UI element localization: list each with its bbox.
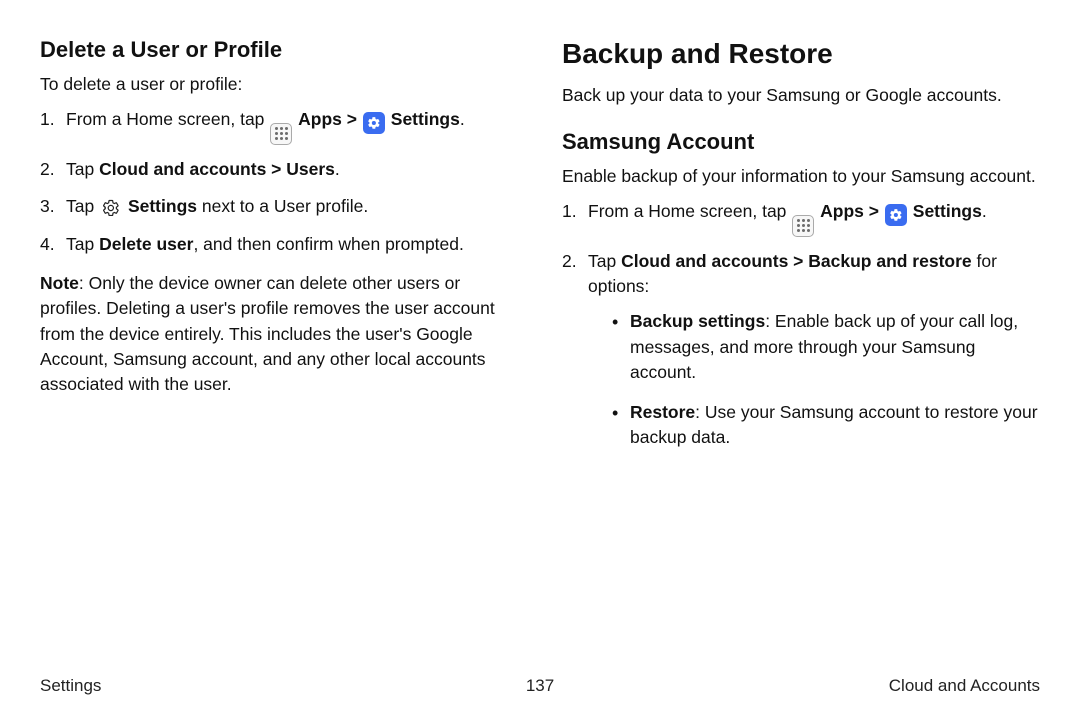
bullet-restore: Restore: Use your Samsung account to res… (612, 400, 1040, 451)
note-body: : Only the device owner can delete other… (40, 273, 495, 395)
step4-text-c: , and then confirm when prompted. (193, 234, 463, 254)
page-number: 137 (526, 676, 554, 696)
apps-label: Apps (298, 109, 347, 129)
step3-bold: Settings (128, 196, 197, 216)
step4-bold: Delete user (99, 234, 193, 254)
chevron-right-icon: > (347, 109, 357, 129)
samsung-account-steps: From a Home screen, tap Apps > Settings.… (562, 199, 1040, 450)
bullet1-label: Backup settings (630, 311, 765, 331)
bullet-backup-settings: Backup settings: Enable back up of your … (612, 309, 1040, 385)
sa-step1-text-a: From a Home screen, tap (588, 201, 791, 221)
step2-text-a: Tap (66, 159, 99, 179)
step2-bold: Cloud and accounts > Users (99, 159, 335, 179)
settings-label: Settings (391, 109, 460, 129)
step3-text-c: next to a User profile. (197, 196, 368, 216)
apps-label: Apps (820, 201, 869, 221)
manual-page: Delete a User or Profile To delete a use… (0, 0, 1080, 720)
note-label: Note (40, 273, 79, 293)
left-column: Delete a User or Profile To delete a use… (40, 34, 518, 634)
right-column: Backup and Restore Back up your data to … (562, 34, 1040, 634)
footer-right: Cloud and Accounts (889, 676, 1040, 696)
apps-icon (270, 123, 292, 145)
chevron-right-icon: > (869, 201, 879, 221)
sa-step-1: From a Home screen, tap Apps > Settings. (562, 199, 1040, 237)
apps-icon (792, 215, 814, 237)
samsung-account-heading: Samsung Account (562, 126, 1040, 158)
delete-user-steps: From a Home screen, tap Apps > Settings.… (40, 107, 518, 257)
bullet2-label: Restore (630, 402, 695, 422)
period: . (460, 109, 465, 129)
footer-left: Settings (40, 676, 101, 696)
note-paragraph: Note: Only the device owner can delete o… (40, 271, 518, 398)
sa-step-2: Tap Cloud and accounts > Backup and rest… (562, 249, 1040, 451)
samsung-account-intro: Enable backup of your information to you… (562, 164, 1040, 189)
sa-step2-bold: Cloud and accounts > Backup and restore (621, 251, 972, 271)
two-column-layout: Delete a User or Profile To delete a use… (40, 34, 1040, 634)
step-1: From a Home screen, tap Apps > Settings. (40, 107, 518, 145)
backup-restore-intro: Back up your data to your Samsung or Goo… (562, 83, 1040, 108)
settings-label: Settings (913, 201, 982, 221)
period: . (982, 201, 987, 221)
step3-text-a: Tap (66, 196, 99, 216)
sa-step2-text-a: Tap (588, 251, 621, 271)
step1-text-a: From a Home screen, tap (66, 109, 269, 129)
gear-icon (885, 204, 907, 226)
step-4: Tap Delete user, and then confirm when p… (40, 232, 518, 257)
page-footer: Settings 137 Cloud and Accounts (40, 676, 1040, 696)
delete-user-intro: To delete a user or profile: (40, 72, 518, 97)
gear-outline-icon (100, 197, 122, 219)
delete-user-heading: Delete a User or Profile (40, 34, 518, 66)
step4-text-a: Tap (66, 234, 99, 254)
gear-icon (363, 112, 385, 134)
backup-options-list: Backup settings: Enable back up of your … (588, 309, 1040, 450)
step-3: Tap Settings next to a User profile. (40, 194, 518, 219)
backup-restore-heading: Backup and Restore (562, 34, 1040, 75)
period: . (335, 159, 340, 179)
step-2: Tap Cloud and accounts > Users. (40, 157, 518, 182)
